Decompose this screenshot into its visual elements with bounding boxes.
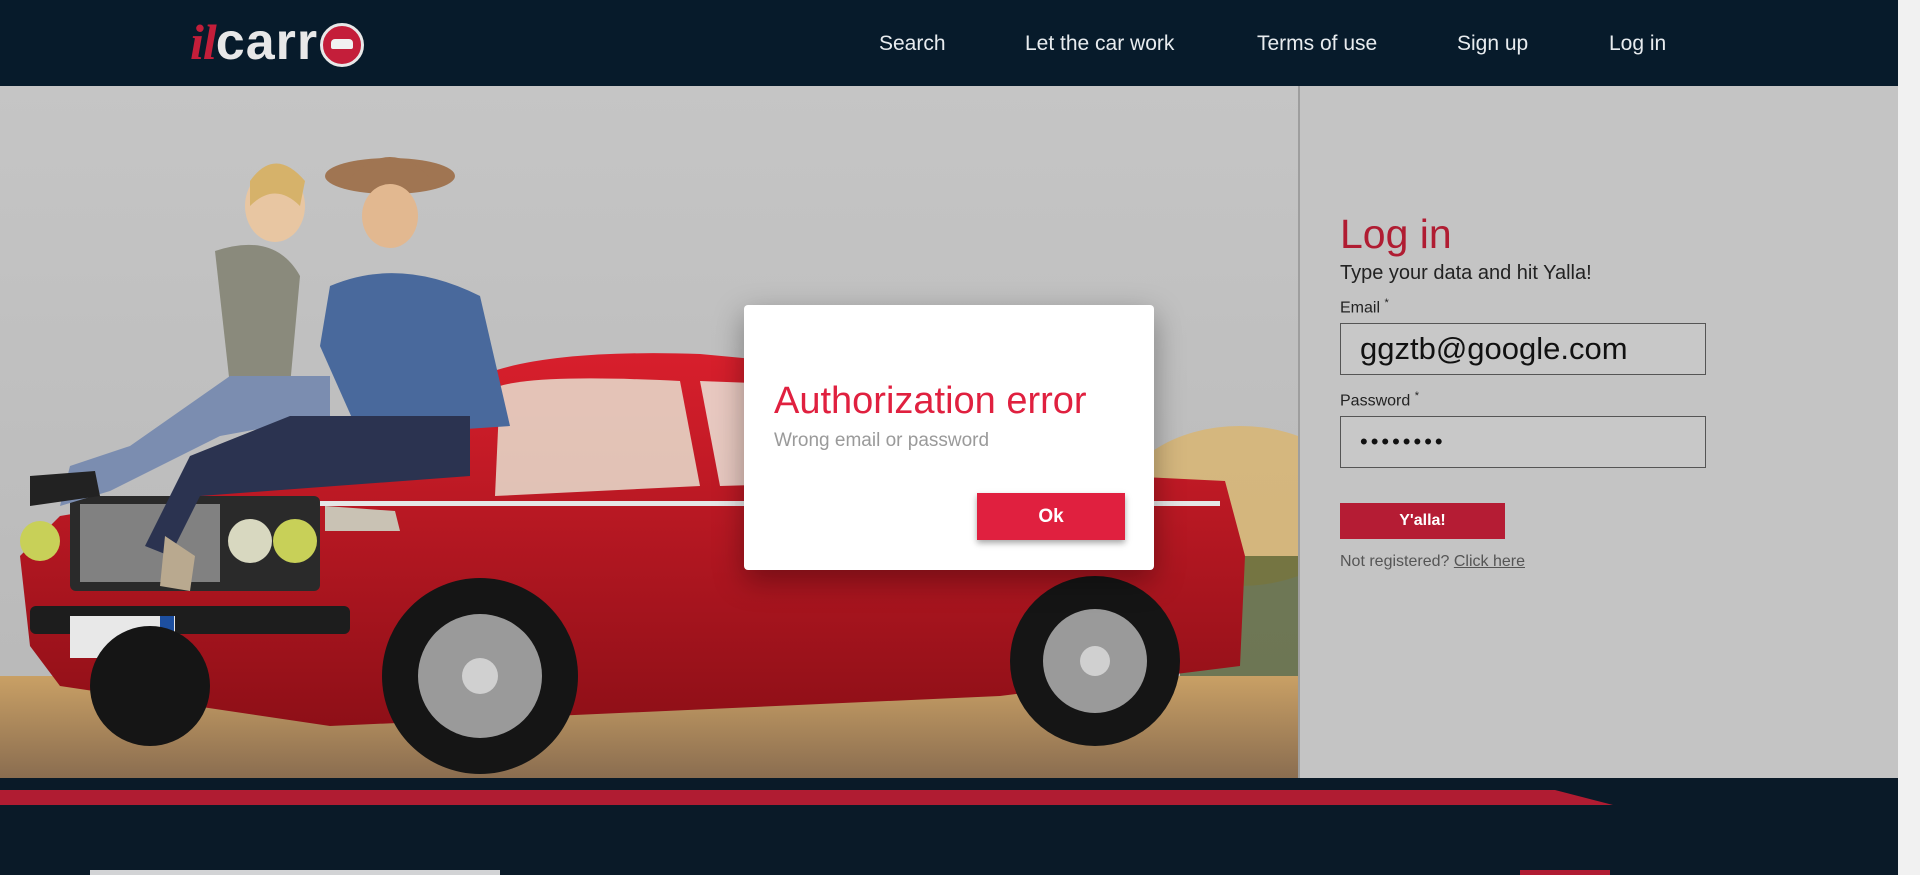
email-label-text: Email — [1340, 299, 1381, 317]
login-subtitle: Type your data and hit Yalla! — [1340, 262, 1592, 284]
not-registered-text: Not registered? — [1340, 553, 1450, 570]
brand-logo[interactable]: il carr — [190, 12, 365, 72]
email-label: Email * — [1340, 297, 1389, 317]
password-required-mark: * — [1414, 390, 1419, 402]
not-registered-line: Not registered? Click here — [1340, 553, 1525, 571]
top-header: il carr Search Let the car work Terms of… — [0, 0, 1898, 86]
yalla-submit-button[interactable]: Y'alla! — [1340, 503, 1505, 539]
password-field[interactable] — [1340, 416, 1706, 468]
login-panel: Log in Type your data and hit Yalla! Ema… — [1298, 86, 1900, 778]
nav-sign-up[interactable]: Sign up — [1457, 32, 1528, 56]
car-in-circle-icon — [320, 23, 365, 67]
email-required-mark: * — [1384, 297, 1389, 309]
footer-band — [0, 778, 1898, 875]
nav-search[interactable]: Search — [879, 32, 946, 56]
click-here-link[interactable]: Click here — [1454, 553, 1525, 570]
email-field[interactable] — [1340, 323, 1706, 375]
dialog-title: Authorization error — [774, 380, 1087, 422]
logo-prefix: il — [190, 14, 217, 70]
login-title: Log in — [1340, 211, 1452, 257]
logo-name: carr — [215, 13, 319, 71]
nav-log-in[interactable]: Log in — [1609, 32, 1666, 56]
red-accent-stripe — [0, 790, 1613, 875]
nav-let-the-car-work[interactable]: Let the car work — [1025, 32, 1174, 56]
nav-terms-of-use[interactable]: Terms of use — [1257, 32, 1377, 56]
page-scrollbar[interactable] — [1898, 0, 1920, 875]
dialog-ok-button[interactable]: Ok — [977, 493, 1125, 540]
password-label: Password * — [1340, 390, 1419, 410]
authorization-error-dialog: Authorization error Wrong email or passw… — [744, 305, 1154, 570]
password-label-text: Password — [1340, 392, 1411, 410]
dialog-message: Wrong email or password — [774, 430, 990, 451]
